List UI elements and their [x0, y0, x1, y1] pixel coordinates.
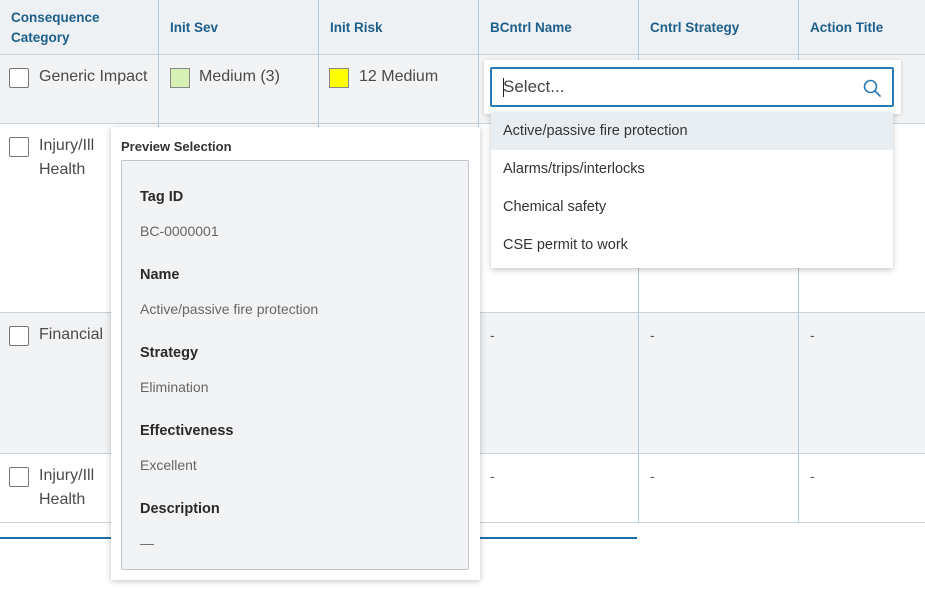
description-value: — [140, 535, 154, 551]
consequence-category-cell: Generic Impact [39, 68, 148, 85]
description-label: Description [140, 501, 220, 517]
init-risk-cell: 12 Medium [359, 68, 439, 85]
preview-selection-panel: Preview Selection Tag ID BC-0000001 Name… [111, 127, 480, 580]
select-dropdown-list: Active/passive fire protection Alarms/tr… [491, 112, 893, 268]
name-label: Name [140, 267, 180, 283]
text-caret [503, 78, 504, 97]
name-value: Active/passive fire protection [140, 301, 319, 317]
header-init-sev[interactable]: Init Sev [159, 0, 319, 55]
effectiveness-label: Effectiveness [140, 423, 234, 439]
consequence-category-cell: Financial [39, 326, 104, 343]
strategy-label: Strategy [140, 345, 199, 361]
tag-id-label: Tag ID [140, 189, 184, 205]
bcntrl-name-cell: - [490, 327, 495, 343]
row-checkbox[interactable] [9, 467, 29, 487]
row-checkbox[interactable] [9, 68, 29, 88]
header-consequence-category[interactable]: Consequence Category [0, 0, 159, 55]
cntrl-strategy-cell: - [650, 468, 655, 484]
option-alarms-trips-interlocks[interactable]: Alarms/trips/interlocks [491, 150, 893, 188]
consequence-category-cell: Injury/Ill Health [39, 467, 95, 508]
risk-color-swatch [329, 68, 349, 88]
action-title-cell: - [810, 468, 815, 484]
action-title-cell: - [810, 327, 815, 343]
option-active-passive-fire-protection[interactable]: Active/passive fire protection [491, 112, 893, 150]
select-search-input[interactable] [492, 69, 852, 105]
bcntrl-name-cell: - [490, 468, 495, 484]
option-cse-permit-to-work[interactable]: CSE permit to work [491, 226, 893, 264]
header-cntrl-strategy[interactable]: Cntrl Strategy [639, 0, 799, 55]
cntrl-strategy-cell: - [650, 327, 655, 343]
row-checkbox[interactable] [9, 137, 29, 157]
row-checkbox[interactable] [9, 326, 29, 346]
select-input-box[interactable] [490, 67, 894, 107]
grid-header: Consequence Category Init Sev Init Risk … [0, 0, 925, 55]
severity-color-swatch [170, 68, 190, 88]
consequence-category-cell: Injury/Ill Health [39, 137, 95, 178]
tag-id-value: BC-0000001 [140, 223, 219, 239]
init-severity-cell: Medium (3) [199, 68, 280, 85]
header-bcntrl-name[interactable]: BCntrl Name [479, 0, 639, 55]
option-chemical-safety[interactable]: Chemical safety [491, 188, 893, 226]
header-action-title[interactable]: Action Title [799, 0, 925, 55]
bcntrl-select [484, 60, 901, 114]
header-init-risk[interactable]: Init Risk [319, 0, 479, 55]
effectiveness-value: Excellent [140, 457, 197, 473]
preview-details: Tag ID BC-0000001 Name Active/passive fi… [121, 160, 469, 570]
strategy-value: Elimination [140, 379, 209, 395]
search-icon[interactable] [862, 78, 882, 98]
preview-title: Preview Selection [121, 139, 232, 154]
